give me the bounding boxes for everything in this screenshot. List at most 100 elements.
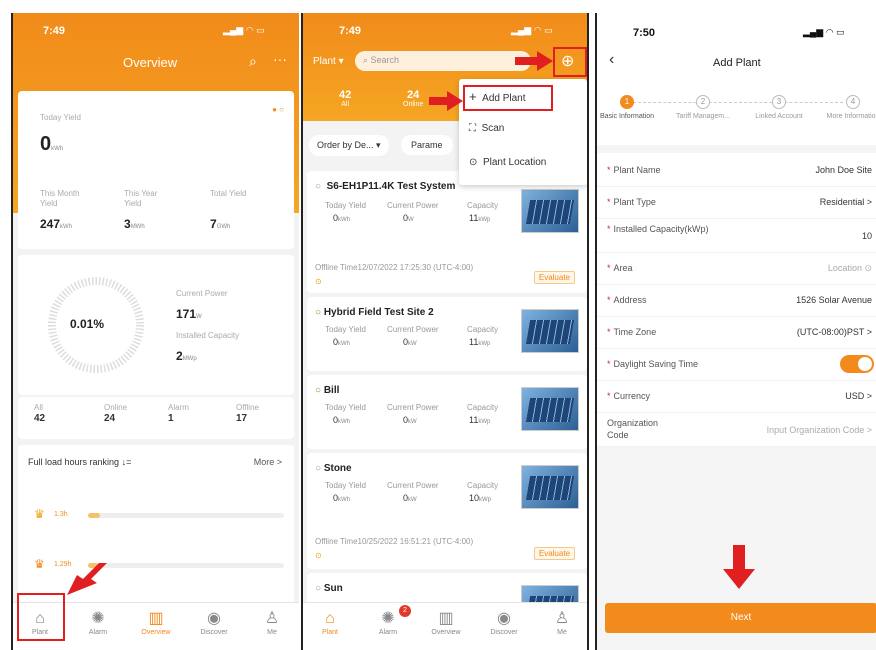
plant-dropdown[interactable]: Plant ▾: [313, 56, 344, 67]
field-installed-capacity[interactable]: * Installed Capacity(kWp) 10: [597, 219, 876, 253]
menu-add-plant[interactable]: + Add Plant: [469, 89, 526, 104]
plant-card[interactable]: ○ Bill Today Yield Current Power Capacit…: [307, 375, 587, 449]
stepper-line: [633, 102, 843, 103]
tab-me[interactable]: ♙ Me: [537, 609, 587, 636]
status-time: 7:49: [339, 25, 362, 37]
field-daylight-saving: * Daylight Saving Time: [597, 349, 876, 381]
red-arrow-icon: [723, 545, 755, 589]
chart-icon: ▥: [148, 610, 164, 627]
ranking-title: Full load hours ranking ↓=: [28, 457, 132, 467]
plant-today-yield: 0kWh: [333, 213, 351, 223]
tab-overview[interactable]: ▥ Overview: [131, 609, 181, 636]
red-arrow-icon: [67, 563, 107, 595]
current-power-label: Current Power: [176, 289, 228, 298]
back-chevron-icon[interactable]: ‹: [609, 51, 614, 69]
field-address[interactable]: * Address 1526 Solar Avenue: [597, 285, 876, 317]
plant-offline-time: Offline Time12/07/2022 17:25:30 (UTC-4:0…: [315, 263, 474, 272]
col-power-label: Current Power: [387, 325, 439, 334]
evaluate-button[interactable]: Evaluate: [533, 271, 575, 284]
eye-icon: ◉: [497, 610, 511, 627]
rank-2-bar: [88, 563, 284, 568]
field-plant-type[interactable]: * Plant Type Residential >: [597, 187, 876, 219]
plant-current-power: 0kW: [403, 337, 417, 347]
plant-thumbnail: [521, 189, 579, 233]
field-time-zone[interactable]: * Time Zone (UTC-08:00)PST >: [597, 317, 876, 349]
search-input[interactable]: ⌕ Search: [355, 51, 531, 71]
tab-plant[interactable]: ⌂ Plant: [305, 609, 355, 636]
menu-plant-location[interactable]: ⊙ Plant Location: [469, 157, 546, 168]
menu-scan[interactable]: ⛶ Scan: [469, 123, 504, 134]
rank-2-icon: ♛: [34, 557, 45, 571]
step-linked-account: 3 Linked Account: [755, 95, 803, 120]
status-icons: ▂▄▆ ◠ ▭: [803, 27, 845, 37]
field-currency[interactable]: * Currency USD >: [597, 381, 876, 413]
field-plant-name[interactable]: * Plant Name John Doe Site: [597, 155, 876, 187]
plant-card[interactable]: ○ Stone Today Yield Current Power Capaci…: [307, 453, 587, 569]
col-capacity-label: Capacity: [467, 201, 499, 210]
highlight-add-button: [553, 47, 587, 77]
rank-1-bar: [88, 513, 284, 518]
this-year-value: 3MWh: [124, 217, 145, 231]
yield-card: Today Yield 0kWh ● ○ This Month Yield 24…: [18, 91, 294, 249]
red-arrow-icon: [515, 51, 553, 71]
evaluate-button[interactable]: Evaluate: [533, 547, 575, 560]
gauge-percent: 0.01%: [70, 317, 105, 331]
tab-overview[interactable]: ▥ Overview: [421, 609, 471, 636]
status-time: 7:49: [43, 25, 66, 37]
tab-discover[interactable]: ◉ Discover: [189, 609, 239, 636]
red-arrow-icon: [429, 91, 463, 111]
daylight-saving-toggle[interactable]: [840, 355, 874, 373]
stat-all[interactable]: 42 All: [339, 89, 351, 108]
order-by-dropdown[interactable]: Order by De... ▾: [309, 135, 389, 156]
add-plant-screen: 7:50 ▂▄▆ ◠ ▭ ‹ Add Plant 1 Basic Informat…: [595, 13, 876, 650]
stat-online[interactable]: 24 Online: [403, 89, 423, 108]
plant-name: ○ Sun: [315, 583, 343, 594]
col-today-label: Today Yield: [325, 201, 366, 210]
location-pin-icon: ⊙: [315, 277, 322, 286]
step-basic-information: 1 Basic Information: [599, 95, 655, 120]
plant-thumbnail: [521, 465, 579, 509]
col-today-label: Today Yield: [325, 403, 366, 412]
tab-discover[interactable]: ◉ Discover: [479, 609, 529, 636]
rank-1-icon: ♛: [34, 507, 45, 521]
page-title: Add Plant: [713, 57, 761, 69]
tab-me[interactable]: ♙ Me: [247, 609, 297, 636]
search-icon[interactable]: ⌕: [249, 53, 257, 70]
tab-alarm[interactable]: ✺ Alarm: [73, 609, 123, 636]
installed-value: 2MWp: [176, 349, 197, 363]
this-year-label: This Year Yield: [124, 189, 158, 208]
page-dots: ● ○: [272, 105, 284, 114]
count-online[interactable]: Online 24: [104, 403, 127, 424]
person-icon: ♙: [264, 610, 280, 627]
status-icons: ▂▄▆ ◠ ▭: [223, 25, 265, 35]
total-yield-value: 7GWh: [210, 217, 231, 231]
ranking-card: Full load hours ranking ↓= More > ♛ 1.3h…: [18, 445, 294, 605]
page-title: Overview: [123, 55, 178, 70]
field-organization-code[interactable]: Organization Code Input Organization Code…: [597, 413, 876, 447]
params-dropdown[interactable]: Parame: [401, 135, 453, 155]
plant-capacity: 11kWp: [469, 213, 491, 223]
plant-current-power: 0W: [403, 213, 414, 223]
count-offline[interactable]: Offline 17: [236, 403, 259, 424]
count-all[interactable]: All 42: [34, 403, 45, 424]
more-icon[interactable]: ···: [273, 51, 287, 67]
plant-card[interactable]: ○ S6-EH1P11.4K Test System Today Yield C…: [307, 171, 587, 293]
col-today-label: Today Yield: [325, 325, 366, 334]
plant-name: ○ Hybrid Field Test Site 2: [315, 307, 434, 318]
total-yield-label: Total Yield: [210, 189, 247, 198]
col-power-label: Current Power: [387, 481, 439, 490]
col-power-label: Current Power: [387, 403, 439, 412]
tab-bar: ⌂ Plant ✺ Alarm 2 ▥ Overview ◉ Discover ♙ Me: [303, 602, 587, 650]
plant-name: ○ Stone: [315, 463, 352, 474]
alarm-badge: 2: [399, 605, 411, 617]
step-tariff-management: 2 Tariff Managem...: [676, 95, 730, 120]
count-alarm[interactable]: Alarm 1: [168, 403, 189, 424]
ranking-more-link[interactable]: More >: [254, 457, 282, 467]
field-area[interactable]: * Area Location ⊙: [597, 253, 876, 285]
next-button[interactable]: Next: [605, 603, 876, 633]
plant-card[interactable]: ○ Hybrid Field Test Site 2 Today Yield C…: [307, 297, 587, 371]
plant-name: ○ S6-EH1P11.4K Test System: [315, 181, 456, 192]
plant-today-yield: 0kWh: [333, 493, 351, 503]
plant-list-screen: 7:49 ▂▄▆ ◠ ▭ Plant ▾ ⌕ Search ⊕ 42 All 24…: [301, 13, 589, 650]
plant-today-yield: 0kWh: [333, 337, 351, 347]
